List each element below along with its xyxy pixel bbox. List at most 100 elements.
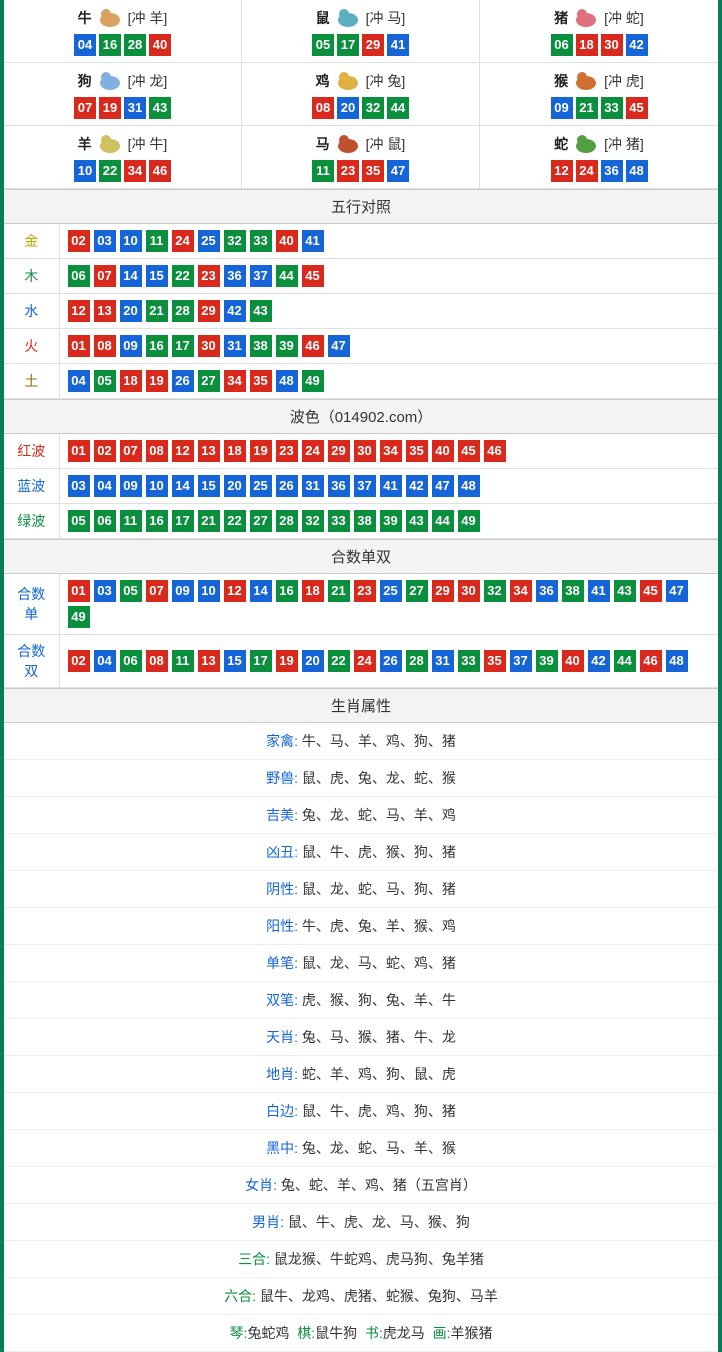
number-badge: 10: [74, 160, 96, 182]
number-badge: 10: [120, 230, 142, 252]
table-row: 红波0102070812131819232429303435404546: [4, 434, 718, 469]
number-badge: 21: [198, 510, 220, 532]
bose-table: 红波0102070812131819232429303435404546蓝波03…: [4, 434, 718, 539]
number-badge: 27: [406, 580, 428, 602]
row-numbers: 0204060811131517192022242628313335373940…: [59, 635, 718, 688]
zodiac-head: 狗[冲 龙]: [4, 69, 241, 93]
number-badge: 45: [640, 580, 662, 602]
zodiac-name: 牛: [78, 8, 92, 28]
number-badge: 49: [68, 606, 90, 628]
number-badge: 12: [68, 300, 90, 322]
number-badge: 16: [146, 335, 168, 357]
number-badge: 47: [387, 160, 409, 182]
zodiac-clash: [冲 蛇]: [604, 8, 644, 28]
number-badge: 40: [562, 650, 584, 672]
number-badge: 21: [328, 580, 350, 602]
number-badge: 09: [551, 97, 573, 119]
number-badge: 41: [302, 230, 324, 252]
attr-row: 女肖: 兔、蛇、羊、鸡、猪（五宫肖）: [4, 1167, 718, 1204]
number-badge: 35: [250, 370, 272, 392]
attr-value: 兔、蛇、羊、鸡、猪（五宫肖）: [281, 1177, 477, 1193]
number-badge: 07: [74, 97, 96, 119]
number-badge: 43: [250, 300, 272, 322]
bose-header: 波色（014902.com）: [4, 399, 718, 434]
zodiac-animal-icon: [332, 69, 364, 93]
number-badge: 03: [68, 475, 90, 497]
attr-value: 鼠、龙、马、蛇、鸡、猪: [302, 955, 456, 971]
attr-value: 鼠牛狗: [315, 1325, 357, 1341]
attrs-list: 家禽: 牛、马、羊、鸡、狗、猪野兽: 鼠、虎、兔、龙、蛇、猴吉美: 兔、龙、蛇、…: [4, 723, 718, 1352]
row-numbers: 06071415222336374445: [59, 259, 718, 294]
number-badge: 21: [146, 300, 168, 322]
number-badge: 39: [536, 650, 558, 672]
attr-label: 阴性:: [266, 881, 302, 897]
number-badge: 48: [626, 160, 648, 182]
number-badge: 26: [172, 370, 194, 392]
number-badge: 34: [380, 440, 402, 462]
zodiac-animal-icon: [94, 69, 126, 93]
number-badge: 11: [146, 230, 168, 252]
zodiac-name: 狗: [78, 71, 92, 91]
zodiac-name: 羊: [78, 134, 92, 154]
number-badge: 05: [120, 580, 142, 602]
attr-value: 鼠、龙、蛇、马、狗、猪: [302, 881, 456, 897]
zodiac-head: 马[冲 鼠]: [242, 132, 479, 156]
zodiac-head: 牛[冲 羊]: [4, 6, 241, 30]
table-row: 金02031011242532334041: [4, 224, 718, 259]
attr-label: 阳性:: [266, 918, 302, 934]
number-badge: 03: [94, 580, 116, 602]
zodiac-numbers: 10223446: [4, 160, 241, 182]
number-badge: 25: [198, 230, 220, 252]
number-badge: 46: [484, 440, 506, 462]
attr-value: 鼠、牛、虎、猴、狗、猪: [302, 844, 456, 860]
number-badge: 32: [362, 97, 384, 119]
attr-label: 画:: [433, 1325, 451, 1341]
attr-value: 鼠、牛、虎、鸡、狗、猪: [302, 1103, 456, 1119]
number-badge: 39: [380, 510, 402, 532]
zodiac-animal-icon: [332, 6, 364, 30]
zodiac-cell: 羊[冲 牛]10223446: [4, 126, 242, 189]
number-badge: 37: [354, 475, 376, 497]
table-row: 蓝波03040910141520252631363741424748: [4, 469, 718, 504]
row-label: 火: [4, 329, 59, 364]
number-badge: 38: [250, 335, 272, 357]
number-badge: 12: [224, 580, 246, 602]
zodiac-cell: 马[冲 鼠] 11233547: [242, 126, 480, 189]
heshu-header: 合数单双: [4, 539, 718, 574]
row-numbers: 0103050709101214161821232527293032343638…: [59, 574, 718, 635]
number-badge: 40: [432, 440, 454, 462]
number-badge: 33: [250, 230, 272, 252]
number-badge: 15: [146, 265, 168, 287]
attr-value: 虎、猴、狗、兔、羊、牛: [302, 992, 456, 1008]
number-badge: 28: [406, 650, 428, 672]
number-badge: 04: [74, 34, 96, 56]
number-badge: 19: [99, 97, 121, 119]
number-badge: 45: [302, 265, 324, 287]
attr-value: 兔蛇鸡: [247, 1325, 289, 1341]
number-badge: 08: [146, 440, 168, 462]
number-badge: 09: [120, 475, 142, 497]
number-badge: 46: [149, 160, 171, 182]
number-badge: 17: [172, 510, 194, 532]
number-badge: 05: [312, 34, 334, 56]
number-badge: 28: [276, 510, 298, 532]
number-badge: 40: [149, 34, 171, 56]
attr-row: 白边: 鼠、牛、虎、鸡、狗、猪: [4, 1093, 718, 1130]
number-badge: 46: [302, 335, 324, 357]
wuxing-header: 五行对照: [4, 189, 718, 224]
zodiac-numbers: 11233547: [242, 160, 479, 182]
number-badge: 09: [172, 580, 194, 602]
number-badge: 12: [551, 160, 573, 182]
attr-row: 双笔: 虎、猴、狗、兔、羊、牛: [4, 982, 718, 1019]
attr-value: 牛、马、羊、鸡、狗、猪: [302, 733, 456, 749]
attr-label: 凶丑:: [266, 844, 302, 860]
zodiac-name: 蛇: [554, 134, 568, 154]
number-badge: 36: [601, 160, 623, 182]
number-badge: 42: [224, 300, 246, 322]
number-badge: 44: [614, 650, 636, 672]
number-badge: 10: [146, 475, 168, 497]
zodiac-name: 马: [316, 134, 330, 154]
table-row: 水1213202128294243: [4, 294, 718, 329]
row-numbers: 0102070812131819232429303435404546: [59, 434, 718, 469]
number-badge: 31: [224, 335, 246, 357]
